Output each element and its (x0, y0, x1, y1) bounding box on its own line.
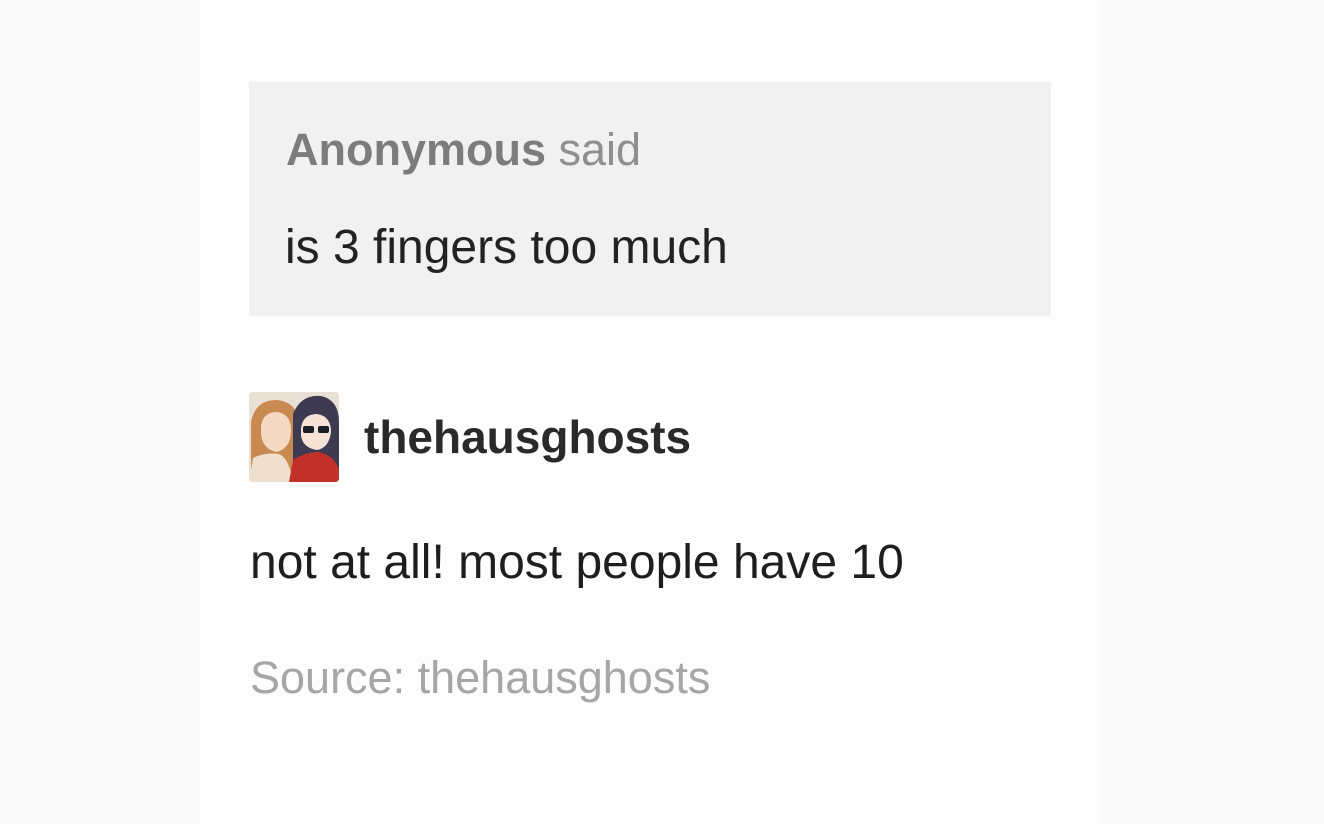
ask-verb: said (558, 124, 642, 175)
asker-name[interactable]: Anonymous (286, 124, 546, 175)
source-link[interactable]: thehausghosts (418, 652, 711, 703)
page-background: Anonymous said is 3 fingers too much the… (0, 0, 1324, 824)
answer-text: not at all! most people have 10 (250, 536, 904, 589)
source-label: Source: (250, 652, 406, 703)
ask-box (249, 82, 1051, 316)
answerer-username[interactable]: thehausghosts (364, 410, 691, 464)
source-attribution: Source: thehausghosts (250, 651, 710, 705)
ask-header: Anonymous said (286, 124, 641, 176)
avatar-illustration (249, 392, 339, 482)
ask-question: is 3 fingers too much (285, 221, 728, 274)
user-avatar-icon[interactable] (249, 392, 339, 482)
